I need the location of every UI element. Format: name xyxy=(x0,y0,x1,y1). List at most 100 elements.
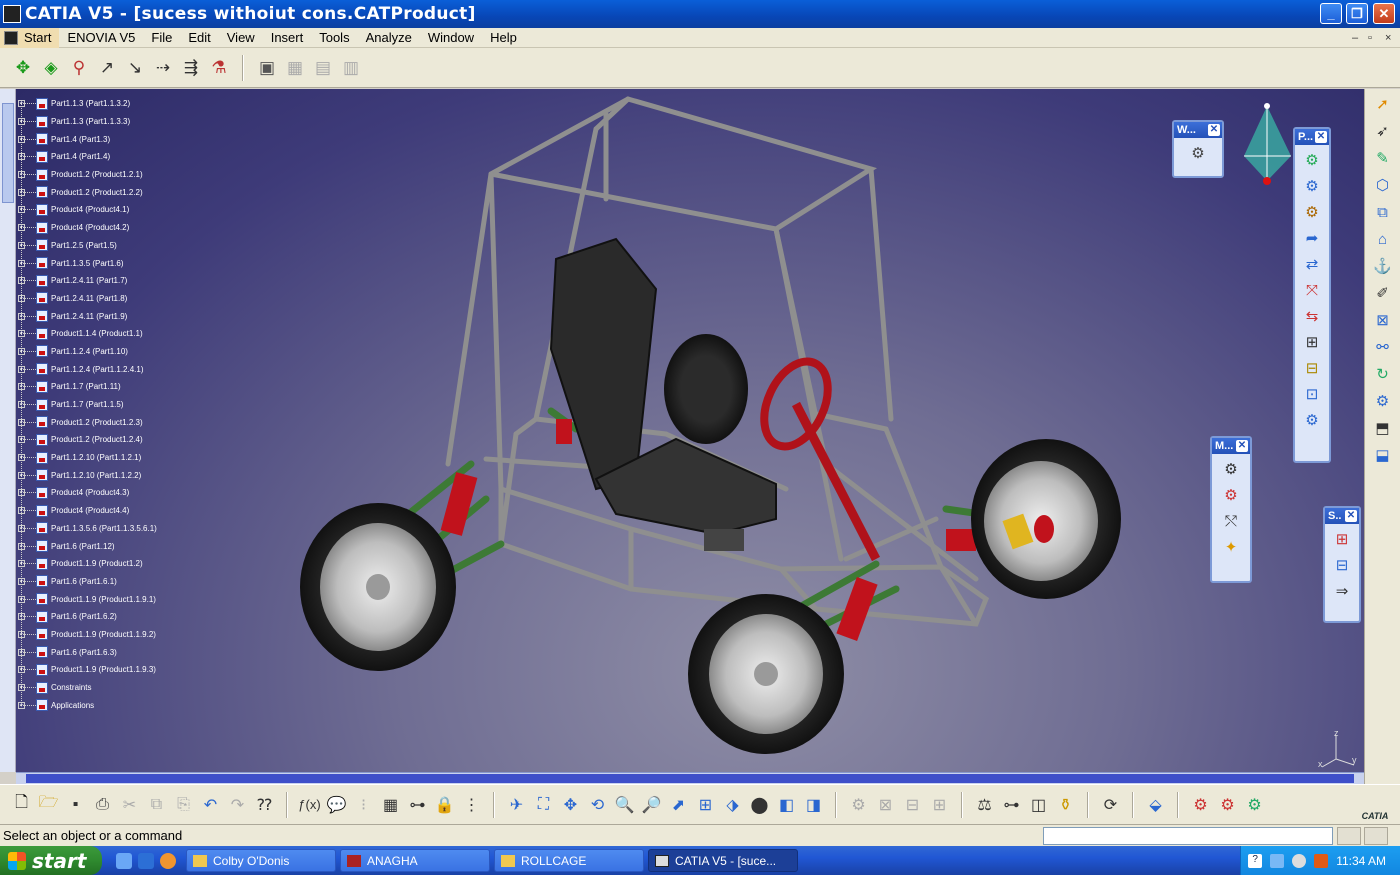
deactivate-icon[interactable]: ▥ xyxy=(340,57,362,79)
title-bar[interactable]: CATIA V5 - [sucess withoiut cons.CATProd… xyxy=(0,0,1400,28)
rear-left-wheel[interactable] xyxy=(664,334,748,444)
clock[interactable]: 11:34 AM xyxy=(1336,854,1386,868)
buggy-3d-model[interactable] xyxy=(16,89,1364,772)
multi-view-icon[interactable]: ⊞ xyxy=(694,793,717,816)
flexible-subassembly-icon[interactable]: ▦ xyxy=(284,57,306,79)
help-icon[interactable]: ? xyxy=(1248,853,1263,868)
front-left-wheel[interactable] xyxy=(300,503,456,671)
fix-component-icon[interactable]: ↘ xyxy=(124,57,146,79)
reorder-icon[interactable]: ⊞ xyxy=(928,793,951,816)
internet-explorer-icon[interactable] xyxy=(138,852,154,869)
existing-component-icon[interactable]: ➦ xyxy=(1301,227,1323,249)
contact-constraint-icon[interactable]: ◈ xyxy=(40,57,62,79)
compass-icon[interactable] xyxy=(1236,101,1298,201)
pan-icon[interactable]: ✥ xyxy=(559,793,582,816)
gear-icon[interactable]: ⚙ xyxy=(1187,142,1209,164)
specification-icon[interactable]: ⋮ xyxy=(460,793,483,816)
constraint-analysis-icon[interactable]: ⚙ xyxy=(1371,389,1395,413)
annotation-icon[interactable]: ⚯ xyxy=(1371,335,1395,359)
tree-expand-icon[interactable]: ⊶ xyxy=(406,793,429,816)
menu-analyze[interactable]: Analyze xyxy=(358,28,420,48)
m-floating-toolbar[interactable]: M... ✕ ⚙ ⚙ ⤲ ✦ xyxy=(1210,436,1252,583)
maximize-button[interactable]: ❐ xyxy=(1346,3,1368,24)
volume-icon[interactable] xyxy=(1292,853,1307,868)
p-floating-toolbar[interactable]: P... ✕ ⚙ ⚙ ⚙ ➦ ⇄ ⤧ ⇆ ⊞ ⊟ ⊡ ⚙ xyxy=(1293,127,1331,463)
fix-together-icon[interactable]: ⇢ xyxy=(152,57,174,79)
zoom-out-icon[interactable]: 🔎 xyxy=(640,793,663,816)
m-toolbar-close-icon[interactable]: ✕ xyxy=(1236,440,1248,452)
m-toolbar-header[interactable]: M... ✕ xyxy=(1212,438,1250,454)
menu-enovia[interactable]: ENOVIA V5 xyxy=(59,28,143,48)
menu-help[interactable]: Help xyxy=(482,28,525,48)
w-floating-toolbar[interactable]: W... ✕ ⚙ xyxy=(1172,120,1224,178)
rear-right-wheel[interactable] xyxy=(971,439,1121,599)
knowledge-icon[interactable]: ⚖ xyxy=(973,793,996,816)
power-input-toggle-button[interactable] xyxy=(1337,827,1361,845)
task-rollcage[interactable]: ROLLCAGE xyxy=(494,849,644,872)
fly-mode-icon[interactable]: ✈ xyxy=(505,793,528,816)
p-toolbar-close-icon[interactable]: ✕ xyxy=(1315,131,1327,143)
antivirus-icon[interactable] xyxy=(1314,853,1329,868)
offset-constraint-icon[interactable]: ⚲ xyxy=(68,57,90,79)
enhanced-scene-icon[interactable]: ⊟ xyxy=(1331,554,1353,576)
scrollbar-thumb[interactable] xyxy=(26,774,1354,783)
apply-scene-icon[interactable]: ⇒ xyxy=(1331,580,1353,602)
task-colby-odonis[interactable]: Colby O'Donis xyxy=(186,849,336,872)
bottle-icon[interactable]: ⚱ xyxy=(1054,793,1077,816)
swap-visible-space-icon[interactable]: ◨ xyxy=(802,793,825,816)
bill-of-material-icon[interactable]: ⬒ xyxy=(1371,416,1395,440)
p-toolbar-header[interactable]: P... ✕ xyxy=(1295,129,1329,145)
update-all-icon[interactable]: ↻ xyxy=(1371,362,1395,386)
s-toolbar-header[interactable]: S.. ✕ xyxy=(1325,508,1359,524)
comment-icon[interactable]: 💬 xyxy=(325,793,348,816)
mdi-close-button[interactable]: × xyxy=(1385,32,1391,44)
stop-manipulate-icon[interactable]: ✦ xyxy=(1220,536,1242,558)
catalog-icon[interactable]: ⚙ xyxy=(847,793,870,816)
lock-icon[interactable]: 🔒 xyxy=(433,793,456,816)
component-icon[interactable]: ⚙ xyxy=(1301,149,1323,171)
steering-wheel[interactable] xyxy=(752,351,880,562)
select-options-icon[interactable]: ➶ xyxy=(1371,119,1395,143)
copy-icon[interactable]: ⧉ xyxy=(145,793,168,816)
hide-show-icon[interactable]: ◧ xyxy=(775,793,798,816)
measure-between-icon[interactable]: ⚓ xyxy=(1371,254,1395,278)
w-toolbar-header[interactable]: W... ✕ xyxy=(1174,122,1222,138)
formula-icon[interactable]: ƒ(x) xyxy=(298,793,321,816)
fast-multi-instantiation-icon[interactable]: ⚙ xyxy=(1301,409,1323,431)
whats-this-icon[interactable]: ⁇ xyxy=(253,793,276,816)
iso-view-icon[interactable]: ⬗ xyxy=(721,793,744,816)
coincidence-constraint-icon[interactable]: ✥ xyxy=(12,57,34,79)
front-right-wheel[interactable] xyxy=(688,594,844,754)
paste-icon[interactable]: ⎘ xyxy=(172,793,195,816)
multi-instantiation-icon[interactable]: ⊡ xyxy=(1301,383,1323,405)
snap-icon[interactable]: ⚙ xyxy=(1220,484,1242,506)
cut-icon[interactable]: ✂ xyxy=(118,793,141,816)
s-toolbar-close-icon[interactable]: ✕ xyxy=(1345,510,1357,522)
menu-file[interactable]: File xyxy=(143,28,180,48)
sketcher-icon[interactable]: ✎ xyxy=(1371,146,1395,170)
material-icon[interactable]: ⬙ xyxy=(1144,793,1167,816)
manipulation-icon[interactable]: ⚙ xyxy=(1220,458,1242,480)
3d-viewport[interactable]: + Part1.1.3 (Part1.1.3.2) + Part1.1.3 (Part… xyxy=(16,89,1364,772)
save-icon[interactable]: ▪ xyxy=(64,793,87,816)
mdi-minimize-button[interactable]: – xyxy=(1352,32,1358,44)
quick-constraint-icon[interactable]: ⇶ xyxy=(180,57,202,79)
measure-icon[interactable]: ⊶ xyxy=(1000,793,1023,816)
part-icon[interactable]: ⚙ xyxy=(1301,201,1323,223)
law-icon[interactable]: ⁝ xyxy=(352,793,375,816)
w-toolbar-close-icon[interactable]: ✕ xyxy=(1208,124,1220,136)
product-icon[interactable]: ⚙ xyxy=(1301,175,1323,197)
shading-icon[interactable]: ⬤ xyxy=(748,793,771,816)
distance-icon[interactable]: ⌂ xyxy=(1371,227,1395,251)
viewport-horizontal-scrollbar[interactable] xyxy=(16,772,1364,784)
command-history-button[interactable] xyxy=(1364,827,1388,845)
render-icon[interactable]: ⚙ xyxy=(1189,793,1212,816)
task-catia[interactable]: CATIA V5 - [suce... xyxy=(648,849,798,872)
update-cycle-icon[interactable]: ⟳ xyxy=(1099,793,1122,816)
minimize-button[interactable]: _ xyxy=(1320,3,1342,24)
explode-icon[interactable]: ⤲ xyxy=(1220,510,1242,532)
bom-icon[interactable]: ⊠ xyxy=(874,793,897,816)
command-input[interactable] xyxy=(1043,827,1333,845)
media-player-icon[interactable] xyxy=(160,852,176,869)
replace-icon[interactable]: ⇄ xyxy=(1301,253,1323,275)
